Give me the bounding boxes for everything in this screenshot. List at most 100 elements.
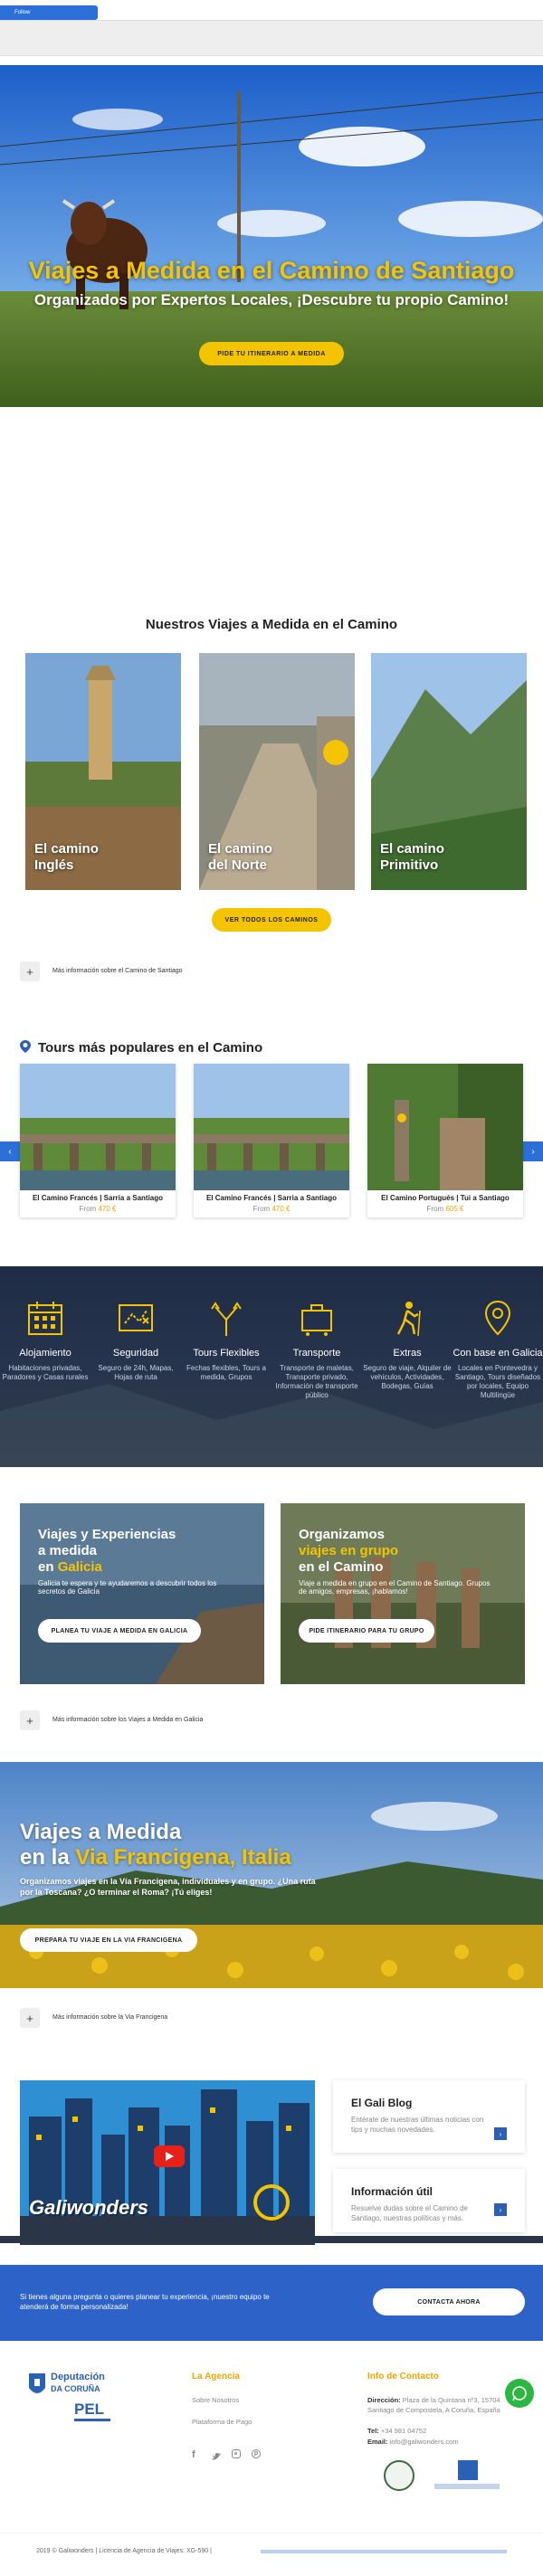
tours-title: Tours más populares en el Camino [38, 1040, 263, 1056]
promo-grupos-button[interactable]: Pide itinerario para tu grupo [299, 1619, 434, 1643]
contact-button[interactable]: Contacta ahora [373, 2288, 525, 2316]
tour-image [367, 1064, 523, 1190]
blog-desc: Entérate de nuestras últimas noticias co… [351, 2116, 484, 2134]
contact-email[interactable]: Email: info@galiwonders.com [367, 2437, 459, 2447]
feature-galicia: Con base en Galicia Locales en Pontevedr… [452, 1293, 543, 1400]
feature-tours-flexibles: Tours Flexibles Fechas flexibles, Tours … [181, 1293, 272, 1382]
promo-subtitle: Viaje a medida en grupo en el Camino de … [299, 1579, 491, 1596]
suitcase-icon [301, 1304, 332, 1336]
camino-norte-label: El camino del Norte [208, 841, 272, 873]
tour-name: El Camino Francés | Sarria a Santiago [205, 1194, 338, 1202]
hero-banner: Viajes a Medida en el Camino de Santiago… [0, 65, 543, 407]
francigena-more-link[interactable]: Más información sobre la Via Francigena [52, 2014, 167, 2021]
camino-primitivo-label: El camino Primitivo [380, 841, 444, 873]
camino-ingles-label: El camino Inglés [34, 841, 99, 873]
francigena-title: Viajes a Medida en la Via Francigena, It… [20, 1820, 291, 1870]
expand-plus-icon[interactable]: + [20, 2008, 40, 2028]
info-card[interactable]: Información útil Resuelve dudas sobre el… [333, 2169, 525, 2232]
feature-desc: Habitaciones privadas, Paradores y Casas… [2, 1364, 89, 1381]
instagram-icon[interactable] [232, 2449, 241, 2458]
tour-price: From 605 € [426, 1205, 464, 1213]
pinterest-icon[interactable]: p [252, 2449, 261, 2458]
feature-extras: Extras Seguro de viaje, Alquiler de vehí… [362, 1293, 452, 1391]
certification-badge [384, 2460, 414, 2491]
feature-title: Con base en Galicia [452, 1348, 543, 1359]
whatsapp-icon [512, 2386, 527, 2401]
promo-galicia: Viajes y Experiencias a medida en Galicia … [20, 1503, 264, 1684]
info-title: Información útil [351, 2185, 433, 2198]
split-arrows-icon [211, 1302, 242, 1336]
hero-subtitle: Organizados por Expertos Locales, ¡Descu… [33, 291, 510, 308]
deputacion-logo: Deputación DA CORUÑA PEL [27, 2368, 114, 2435]
facebook-icon[interactable]: f [192, 2449, 201, 2460]
top-follow-pill[interactable]: Follow [0, 5, 98, 20]
video-bottom-strip [0, 2236, 543, 2243]
francigena-image [0, 1762, 543, 1988]
camino-card-ingles[interactable]: El camino Inglés [25, 653, 181, 890]
agency-link-payment[interactable]: Plataforma de Pago [192, 2417, 252, 2427]
location-pin-icon [484, 1300, 511, 1336]
blog-card[interactable]: El Gali Blog Entérate de nuestras última… [333, 2080, 525, 2153]
feature-title: Seguridad [112, 1348, 159, 1359]
university-badge [458, 2460, 478, 2480]
footer-bottom-bar: 2019 © Galiwonders | Licencia de Agencia… [0, 2533, 543, 2576]
tour-card[interactable]: El Camino Francés | Sarria a Santiago Fr… [20, 1064, 176, 1217]
contact-address: Dirección: Plaza de la Quintana nº3, 157… [367, 2396, 500, 2414]
feature-desc: Seguro de 24h, Mapas, Hojas de ruta [98, 1364, 174, 1381]
francigena-banner: Viajes a Medida en la Via Francigena, It… [0, 1762, 543, 1988]
youtube-play-icon[interactable] [154, 2145, 185, 2167]
camino-card-primitivo[interactable]: El camino Primitivo [371, 653, 527, 890]
tour-price: From 470 € [79, 1205, 117, 1213]
video-caption: Galiwonders [29, 2196, 149, 2219]
francigena-button[interactable]: Prepara tu viaje en la Via Francigena [20, 1928, 197, 1952]
page: Follow Viajes a Medida en el Camino de S… [0, 0, 543, 2576]
university-badge-strip [434, 2484, 500, 2489]
top-nav-bar [0, 20, 543, 56]
feature-transporte: Transporte Transporte de maletas, Transp… [272, 1293, 362, 1400]
coat-of-arms-icon [29, 2373, 45, 2393]
social-links: f p [192, 2449, 261, 2460]
feature-title: Transporte [292, 1348, 341, 1359]
feature-seguridad: Seguridad Seguro de 24h, Mapas, Hojas de… [90, 1293, 181, 1382]
promo-subtitle: Galicia te espera y te ayudaremos a desc… [38, 1579, 217, 1596]
arrow-right-icon[interactable]: › [494, 2203, 507, 2216]
feature-title: Extras [393, 1348, 422, 1359]
hiker-icon [396, 1302, 421, 1337]
ver-caminos-button[interactable]: Ver todos los caminos [212, 908, 331, 932]
map-icon [119, 1304, 153, 1331]
hero-cta-button[interactable]: Pide tu itinerario a medida [199, 342, 344, 365]
francigena-subtitle: Organizamos viajes en la Vía Francigena,… [20, 1877, 316, 1897]
follow-label: Follow [14, 10, 31, 15]
copyright-text: 2019 © Galiwonders | Licencia de Agencia… [36, 2548, 212, 2554]
feature-title: Alojamiento [19, 1348, 71, 1359]
tour-image [20, 1064, 176, 1190]
feature-desc: Seguro de viaje, Alquiler de vehículos, … [363, 1364, 452, 1390]
arrow-right-icon[interactable]: › [494, 2127, 507, 2140]
expand-plus-icon[interactable]: + [20, 961, 40, 981]
agency-title: La Agencia [192, 2372, 240, 2382]
promo-title: Organizamos viajes en grupo en el Camino [299, 1527, 399, 1575]
camino-more-link[interactable]: Más información sobre el Camino de Santi… [52, 968, 183, 974]
galicia-more-link[interactable]: Más información sobre los Viajes a Medid… [52, 1717, 203, 1723]
twitter-icon[interactable] [212, 2449, 221, 2460]
video-player[interactable]: Galiwonders [20, 2080, 315, 2245]
feature-title: Tours Flexibles [193, 1348, 260, 1359]
contact-tel: Tel: +34 981 04752 [367, 2427, 427, 2435]
whatsapp-button[interactable] [505, 2379, 534, 2408]
contact-band: Si tienes alguna pregunta o quieres plan… [0, 2265, 543, 2341]
carousel-prev-button[interactable]: ‹ [0, 1141, 20, 1161]
hero-title: Viajes a Medida en el Camino de Santiago [28, 257, 515, 284]
legal-links[interactable] [261, 2550, 507, 2553]
feature-desc: Fechas flexibles, Tours a medida, Grupos [186, 1364, 266, 1381]
tour-image [194, 1064, 349, 1190]
agency-link-about[interactable]: Sobre Nosotros [192, 2395, 239, 2405]
promo-galicia-button[interactable]: Planea tu viaje a medida en Galicia [38, 1619, 201, 1643]
location-pin-icon [20, 1040, 31, 1053]
expand-plus-icon[interactable]: + [20, 1710, 40, 1730]
blog-title: El Gali Blog [351, 2097, 413, 2109]
camino-card-norte[interactable]: El camino del Norte [199, 653, 355, 890]
tour-card[interactable]: El Camino Francés | Sarria a Santiago Fr… [194, 1064, 349, 1217]
feature-desc: Locales en Pontevedra y Santiago, Tours … [454, 1364, 541, 1399]
tour-card[interactable]: El Camino Portugués | Tui a Santiago Fro… [367, 1064, 523, 1217]
carousel-next-button[interactable]: › [523, 1141, 543, 1161]
